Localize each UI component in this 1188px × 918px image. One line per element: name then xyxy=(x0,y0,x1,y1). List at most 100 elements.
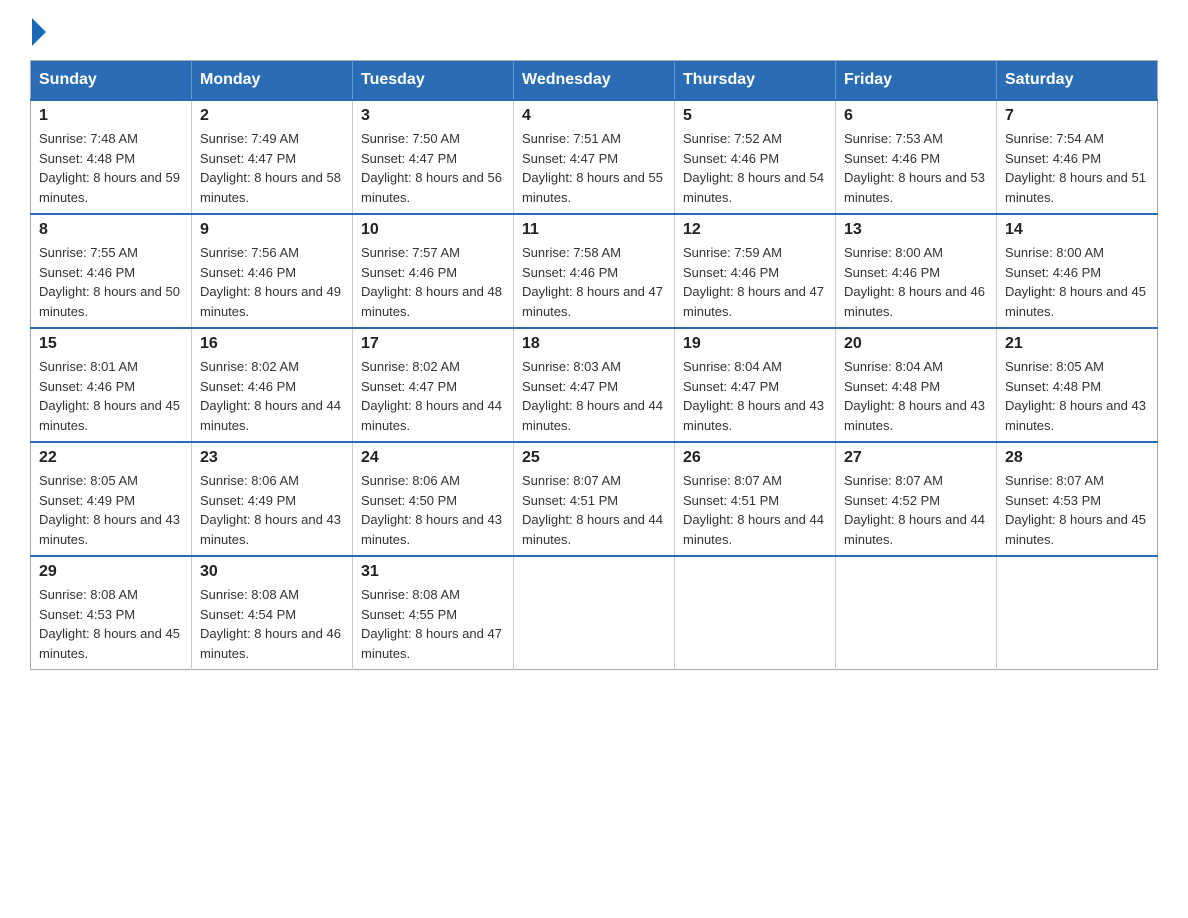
calendar-week-row: 22 Sunrise: 8:05 AMSunset: 4:49 PMDayligh… xyxy=(31,442,1158,556)
calendar-cell: 8Sunrise: 7:55 AMSunset: 4:46 PMDaylight… xyxy=(31,214,192,328)
calendar-week-row: 8Sunrise: 7:55 AMSunset: 4:46 PMDaylight… xyxy=(31,214,1158,328)
logo-arrow-icon xyxy=(32,18,46,46)
day-info: Sunrise: 8:07 AMSunset: 4:52 PMDaylight:… xyxy=(844,471,988,549)
calendar-cell: 4 Sunrise: 7:51 AMSunset: 4:47 PMDaylight… xyxy=(514,100,675,214)
day-info: Sunrise: 8:06 AMSunset: 4:50 PMDaylight:… xyxy=(361,471,505,549)
calendar-cell: 27Sunrise: 8:07 AMSunset: 4:52 PMDayligh… xyxy=(836,442,997,556)
day-number: 30 xyxy=(200,563,344,581)
page-header xyxy=(30,20,1158,40)
calendar-cell xyxy=(836,556,997,670)
calendar-cell: 23Sunrise: 8:06 AMSunset: 4:49 PMDayligh… xyxy=(192,442,353,556)
day-number: 13 xyxy=(844,221,988,239)
calendar-week-row: 15 Sunrise: 8:01 AMSunset: 4:46 PMDayligh… xyxy=(31,328,1158,442)
weekday-header-monday: Monday xyxy=(192,61,353,101)
weekday-header-friday: Friday xyxy=(836,61,997,101)
day-number: 8 xyxy=(39,221,183,239)
calendar-cell: 18 Sunrise: 8:03 AMSunset: 4:47 PMDayligh… xyxy=(514,328,675,442)
day-info: Sunrise: 8:00 AMSunset: 4:46 PMDaylight:… xyxy=(844,243,988,321)
day-number: 10 xyxy=(361,221,505,239)
weekday-header-thursday: Thursday xyxy=(675,61,836,101)
calendar-cell xyxy=(514,556,675,670)
calendar-body: 1 Sunrise: 7:48 AMSunset: 4:48 PMDaylight… xyxy=(31,100,1158,670)
day-info: Sunrise: 8:07 AMSunset: 4:51 PMDaylight:… xyxy=(522,471,666,549)
day-info: Sunrise: 7:59 AMSunset: 4:46 PMDaylight:… xyxy=(683,243,827,321)
calendar-cell: 10 Sunrise: 7:57 AMSunset: 4:46 PMDayligh… xyxy=(353,214,514,328)
calendar-cell: 24 Sunrise: 8:06 AMSunset: 4:50 PMDayligh… xyxy=(353,442,514,556)
calendar-cell: 16Sunrise: 8:02 AMSunset: 4:46 PMDayligh… xyxy=(192,328,353,442)
day-number: 4 xyxy=(522,107,666,125)
day-info: Sunrise: 7:58 AMSunset: 4:46 PMDaylight:… xyxy=(522,243,666,321)
day-number: 5 xyxy=(683,107,827,125)
calendar-cell: 12 Sunrise: 7:59 AMSunset: 4:46 PMDayligh… xyxy=(675,214,836,328)
day-number: 29 xyxy=(39,563,183,581)
weekday-header-row: SundayMondayTuesdayWednesdayThursdayFrid… xyxy=(31,61,1158,101)
day-info: Sunrise: 8:08 AMSunset: 4:55 PMDaylight:… xyxy=(361,585,505,663)
day-info: Sunrise: 8:01 AMSunset: 4:46 PMDaylight:… xyxy=(39,357,183,435)
calendar-cell: 14Sunrise: 8:00 AMSunset: 4:46 PMDayligh… xyxy=(997,214,1158,328)
calendar-week-row: 1 Sunrise: 7:48 AMSunset: 4:48 PMDaylight… xyxy=(31,100,1158,214)
calendar-cell: 5Sunrise: 7:52 AMSunset: 4:46 PMDaylight… xyxy=(675,100,836,214)
day-number: 9 xyxy=(200,221,344,239)
calendar-cell: 6 Sunrise: 7:53 AMSunset: 4:46 PMDaylight… xyxy=(836,100,997,214)
calendar-cell: 28Sunrise: 8:07 AMSunset: 4:53 PMDayligh… xyxy=(997,442,1158,556)
weekday-header-wednesday: Wednesday xyxy=(514,61,675,101)
calendar-header: SundayMondayTuesdayWednesdayThursdayFrid… xyxy=(31,61,1158,101)
calendar-cell: 25 Sunrise: 8:07 AMSunset: 4:51 PMDayligh… xyxy=(514,442,675,556)
day-info: Sunrise: 7:53 AMSunset: 4:46 PMDaylight:… xyxy=(844,129,988,207)
day-number: 12 xyxy=(683,221,827,239)
day-number: 7 xyxy=(1005,107,1149,125)
day-info: Sunrise: 8:02 AMSunset: 4:47 PMDaylight:… xyxy=(361,357,505,435)
day-number: 22 xyxy=(39,449,183,467)
calendar-cell: 15 Sunrise: 8:01 AMSunset: 4:46 PMDayligh… xyxy=(31,328,192,442)
day-number: 24 xyxy=(361,449,505,467)
day-number: 25 xyxy=(522,449,666,467)
calendar-cell: 30 Sunrise: 8:08 AMSunset: 4:54 PMDayligh… xyxy=(192,556,353,670)
calendar-cell: 13 Sunrise: 8:00 AMSunset: 4:46 PMDayligh… xyxy=(836,214,997,328)
calendar-cell: 31 Sunrise: 8:08 AMSunset: 4:55 PMDayligh… xyxy=(353,556,514,670)
calendar-cell: 20Sunrise: 8:04 AMSunset: 4:48 PMDayligh… xyxy=(836,328,997,442)
calendar-cell: 22 Sunrise: 8:05 AMSunset: 4:49 PMDayligh… xyxy=(31,442,192,556)
day-number: 18 xyxy=(522,335,666,353)
day-number: 16 xyxy=(200,335,344,353)
day-info: Sunrise: 8:05 AMSunset: 4:49 PMDaylight:… xyxy=(39,471,183,549)
calendar-cell xyxy=(997,556,1158,670)
day-number: 14 xyxy=(1005,221,1149,239)
calendar-cell: 9Sunrise: 7:56 AMSunset: 4:46 PMDaylight… xyxy=(192,214,353,328)
calendar-cell: 26 Sunrise: 8:07 AMSunset: 4:51 PMDayligh… xyxy=(675,442,836,556)
day-number: 19 xyxy=(683,335,827,353)
day-info: Sunrise: 7:48 AMSunset: 4:48 PMDaylight:… xyxy=(39,129,183,207)
calendar-cell: 3Sunrise: 7:50 AMSunset: 4:47 PMDaylight… xyxy=(353,100,514,214)
calendar-cell: 19 Sunrise: 8:04 AMSunset: 4:47 PMDayligh… xyxy=(675,328,836,442)
day-info: Sunrise: 7:57 AMSunset: 4:46 PMDaylight:… xyxy=(361,243,505,321)
day-number: 31 xyxy=(361,563,505,581)
day-info: Sunrise: 8:03 AMSunset: 4:47 PMDaylight:… xyxy=(522,357,666,435)
day-number: 28 xyxy=(1005,449,1149,467)
weekday-header-tuesday: Tuesday xyxy=(353,61,514,101)
day-info: Sunrise: 7:54 AMSunset: 4:46 PMDaylight:… xyxy=(1005,129,1149,207)
day-info: Sunrise: 7:50 AMSunset: 4:47 PMDaylight:… xyxy=(361,129,505,207)
day-number: 1 xyxy=(39,107,183,125)
day-info: Sunrise: 8:07 AMSunset: 4:51 PMDaylight:… xyxy=(683,471,827,549)
day-info: Sunrise: 8:08 AMSunset: 4:53 PMDaylight:… xyxy=(39,585,183,663)
day-info: Sunrise: 7:49 AMSunset: 4:47 PMDaylight:… xyxy=(200,129,344,207)
calendar-cell: 21Sunrise: 8:05 AMSunset: 4:48 PMDayligh… xyxy=(997,328,1158,442)
day-info: Sunrise: 7:51 AMSunset: 4:47 PMDaylight:… xyxy=(522,129,666,207)
calendar-table: SundayMondayTuesdayWednesdayThursdayFrid… xyxy=(30,60,1158,670)
day-number: 17 xyxy=(361,335,505,353)
calendar-week-row: 29 Sunrise: 8:08 AMSunset: 4:53 PMDayligh… xyxy=(31,556,1158,670)
calendar-cell: 2 Sunrise: 7:49 AMSunset: 4:47 PMDaylight… xyxy=(192,100,353,214)
day-number: 6 xyxy=(844,107,988,125)
day-number: 26 xyxy=(683,449,827,467)
calendar-cell: 7 Sunrise: 7:54 AMSunset: 4:46 PMDaylight… xyxy=(997,100,1158,214)
day-number: 23 xyxy=(200,449,344,467)
day-number: 15 xyxy=(39,335,183,353)
day-number: 2 xyxy=(200,107,344,125)
day-info: Sunrise: 8:04 AMSunset: 4:47 PMDaylight:… xyxy=(683,357,827,435)
calendar-cell: 11Sunrise: 7:58 AMSunset: 4:46 PMDayligh… xyxy=(514,214,675,328)
calendar-cell: 17 Sunrise: 8:02 AMSunset: 4:47 PMDayligh… xyxy=(353,328,514,442)
day-info: Sunrise: 8:08 AMSunset: 4:54 PMDaylight:… xyxy=(200,585,344,663)
calendar-cell: 29 Sunrise: 8:08 AMSunset: 4:53 PMDayligh… xyxy=(31,556,192,670)
day-number: 20 xyxy=(844,335,988,353)
day-info: Sunrise: 8:05 AMSunset: 4:48 PMDaylight:… xyxy=(1005,357,1149,435)
calendar-cell xyxy=(675,556,836,670)
